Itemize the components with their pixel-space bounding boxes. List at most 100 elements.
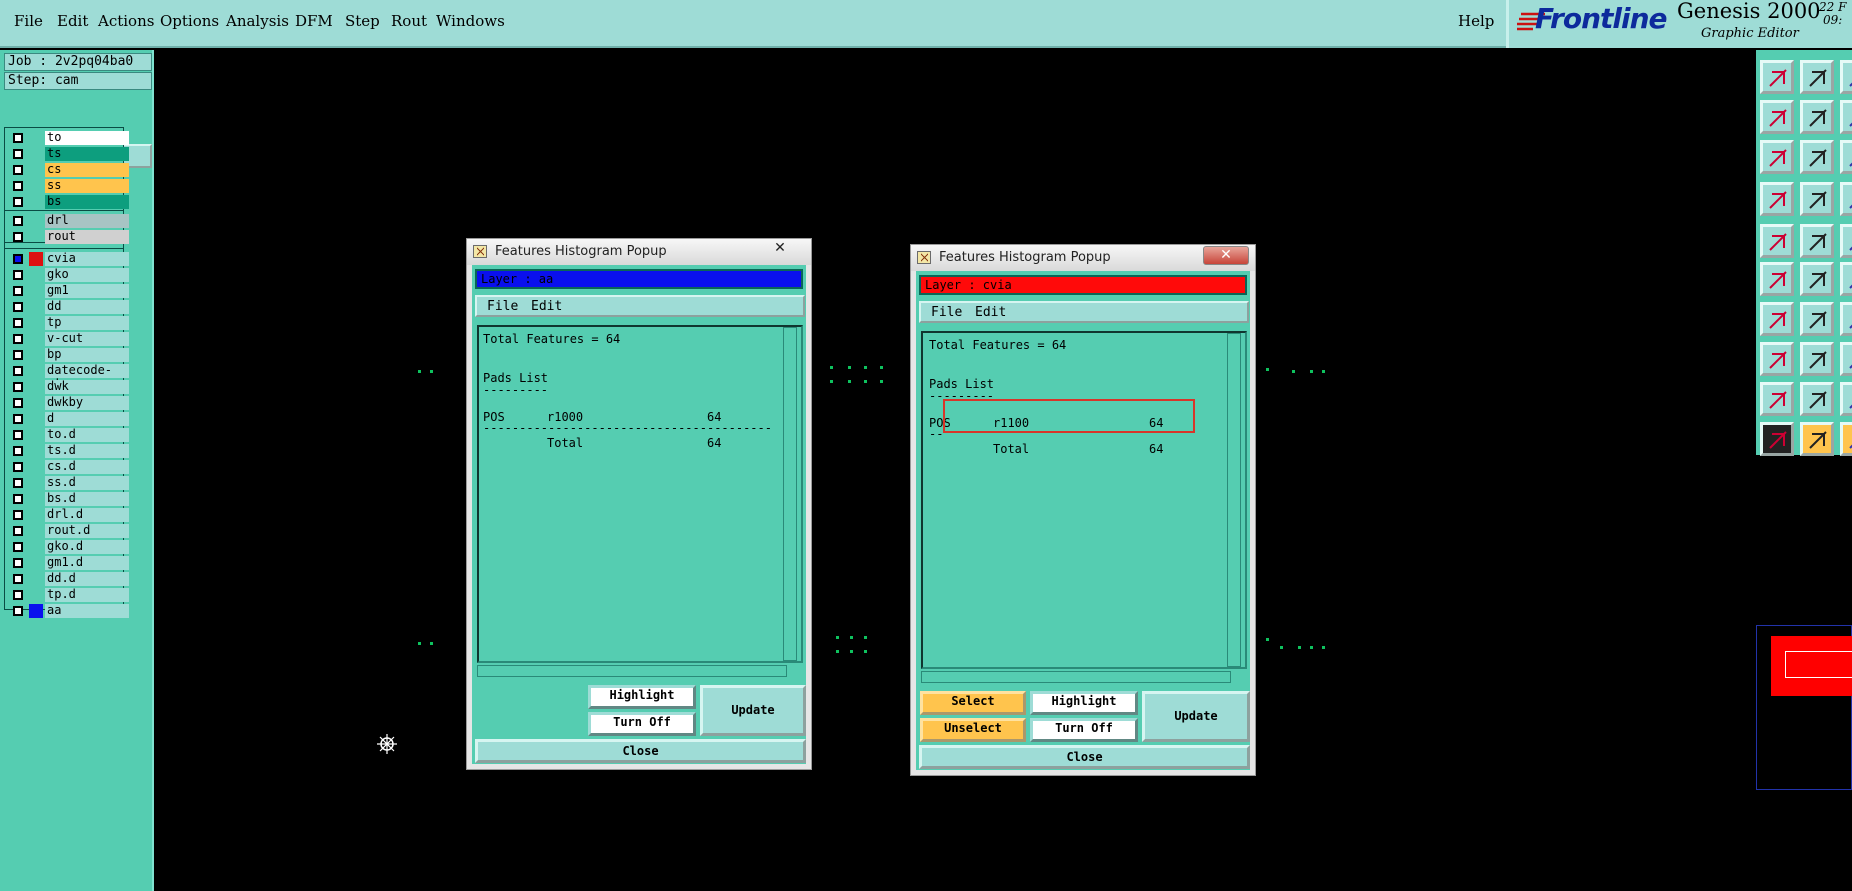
layer-checkbox[interactable]	[13, 318, 23, 328]
layer-checkbox[interactable]	[13, 149, 23, 159]
horizontal-scrollbar[interactable]	[477, 665, 787, 677]
select-button[interactable]: Select	[920, 691, 1026, 715]
layer-checkbox[interactable]	[13, 542, 23, 552]
menu-windows[interactable]: Windows	[436, 12, 505, 30]
layer-checkbox[interactable]	[13, 254, 23, 264]
layer-row[interactable]: bp	[7, 347, 129, 362]
menu-file[interactable]: File	[14, 12, 43, 30]
highlight-button[interactable]: Highlight	[588, 685, 696, 709]
menu-dfm[interactable]: DFM	[295, 12, 333, 30]
layer-checkbox[interactable]	[13, 216, 23, 226]
layer-row[interactable]: d	[7, 411, 129, 426]
layer-checkbox[interactable]	[13, 446, 23, 456]
layer-checkbox[interactable]	[13, 414, 23, 424]
vertical-scrollbar[interactable]	[1227, 333, 1241, 667]
corner-icon[interactable]	[1840, 224, 1852, 258]
update-button[interactable]: Update	[1142, 691, 1250, 742]
layer-row[interactable]: dd	[7, 299, 129, 314]
menu-help[interactable]: Help	[1458, 12, 1494, 30]
rotate-icon[interactable]	[1840, 262, 1852, 296]
layer-checkbox[interactable]	[13, 398, 23, 408]
layer-row[interactable]: dwkby	[7, 395, 129, 410]
triangle-edge-icon[interactable]	[1840, 382, 1852, 416]
menu-edit[interactable]: Edit	[57, 12, 88, 30]
update-button[interactable]: Update	[700, 685, 806, 736]
layer-checkbox[interactable]	[13, 574, 23, 584]
layer-row[interactable]: rout.d	[7, 523, 129, 538]
layer-checkbox[interactable]	[13, 382, 23, 392]
pad-icon[interactable]	[1760, 342, 1794, 376]
snap-icon[interactable]	[1760, 182, 1794, 216]
layer-row[interactable]: ts.d	[7, 443, 129, 458]
layer-row[interactable]: to	[7, 130, 129, 145]
layer-checkbox[interactable]	[13, 302, 23, 312]
shape-icon[interactable]	[1840, 422, 1852, 456]
pan-up-icon[interactable]	[1840, 100, 1852, 134]
triangle-icon[interactable]	[1760, 382, 1794, 416]
layer-checkbox[interactable]	[13, 334, 23, 344]
layer-row[interactable]: ss	[7, 178, 129, 193]
pan-right-icon[interactable]	[1800, 100, 1834, 134]
histogram-text-area[interactable]: Total Features = 64 Pads List --------- …	[921, 331, 1247, 669]
zoom-area-icon[interactable]	[1840, 140, 1852, 174]
close-button[interactable]: Close	[919, 745, 1250, 769]
layer-row[interactable]: drl.d	[7, 507, 129, 522]
zoom-in-icon[interactable]	[1800, 60, 1834, 94]
layer-checkbox[interactable]	[13, 494, 23, 504]
zoom-out-icon[interactable]	[1840, 60, 1852, 94]
menu-analysis[interactable]: Analysis	[226, 12, 289, 30]
layer-row[interactable]: tp.d	[7, 587, 129, 602]
layer-checkbox[interactable]	[13, 181, 23, 191]
close-icon[interactable]: ✕	[757, 240, 803, 259]
layer-checkbox[interactable]	[13, 197, 23, 207]
edit-icon[interactable]	[1840, 302, 1852, 336]
layer-checkbox[interactable]	[13, 165, 23, 175]
layer-row[interactable]: dwk	[7, 379, 129, 394]
cut-icon[interactable]	[1800, 342, 1834, 376]
layer-row[interactable]: gm1.d	[7, 555, 129, 570]
layer-row[interactable]: datecode-pte	[7, 363, 129, 390]
layer-row[interactable]: ts	[7, 146, 129, 161]
add-pad-icon[interactable]	[1760, 224, 1794, 258]
layer-row[interactable]: tp	[7, 315, 129, 330]
vertical-scrollbar[interactable]	[783, 327, 797, 661]
layer-row[interactable]: dd.d	[7, 571, 129, 586]
turn-off-button[interactable]: Turn Off	[588, 712, 696, 736]
select-icon[interactable]	[1760, 422, 1794, 456]
menu-actions[interactable]: Actions	[98, 12, 154, 30]
line-icon[interactable]	[1760, 302, 1794, 336]
zoom-home-icon[interactable]	[1760, 60, 1794, 94]
layer-checkbox[interactable]	[13, 462, 23, 472]
add-shape-icon[interactable]	[1800, 224, 1834, 258]
layer-checkbox[interactable]	[13, 526, 23, 536]
layer-row[interactable]: bs.d	[7, 491, 129, 506]
layer-row[interactable]: gko.d	[7, 539, 129, 554]
layer-checkbox[interactable]	[13, 606, 23, 616]
connect-icon[interactable]	[1760, 262, 1794, 296]
fit-all-icon[interactable]	[1800, 140, 1834, 174]
grid-icon[interactable]	[1800, 182, 1834, 216]
delete-icon[interactable]	[1800, 262, 1834, 296]
overview-window[interactable]	[1756, 625, 1852, 790]
fit-icon[interactable]	[1760, 140, 1794, 174]
menu-options[interactable]: Options	[160, 12, 219, 30]
layer-row[interactable]: cs.d	[7, 459, 129, 474]
layer-checkbox[interactable]	[13, 270, 23, 280]
highlight-button[interactable]: Highlight	[1030, 691, 1138, 715]
layer-checkbox[interactable]	[13, 510, 23, 520]
layer-checkbox[interactable]	[13, 590, 23, 600]
unselect-button[interactable]: Unselect	[920, 718, 1026, 742]
triangle-alt-icon[interactable]	[1800, 382, 1834, 416]
pan-left-icon[interactable]	[1760, 100, 1794, 134]
horizontal-scrollbar[interactable]	[921, 671, 1231, 683]
layer-checkbox[interactable]	[13, 366, 23, 376]
layer-row[interactable]: cvia	[7, 251, 129, 266]
popup-menu-file[interactable]: File	[487, 299, 518, 314]
layer-checkbox[interactable]	[13, 478, 23, 488]
layer-checkbox[interactable]	[13, 232, 23, 242]
close-button[interactable]: Close	[475, 739, 806, 763]
menu-step[interactable]: Step	[345, 12, 380, 30]
popup-menu-file[interactable]: File	[931, 305, 962, 320]
popup-titlebar[interactable]: Features Histogram Popup ✕	[467, 239, 811, 265]
layer-row[interactable]: rout	[7, 229, 129, 244]
